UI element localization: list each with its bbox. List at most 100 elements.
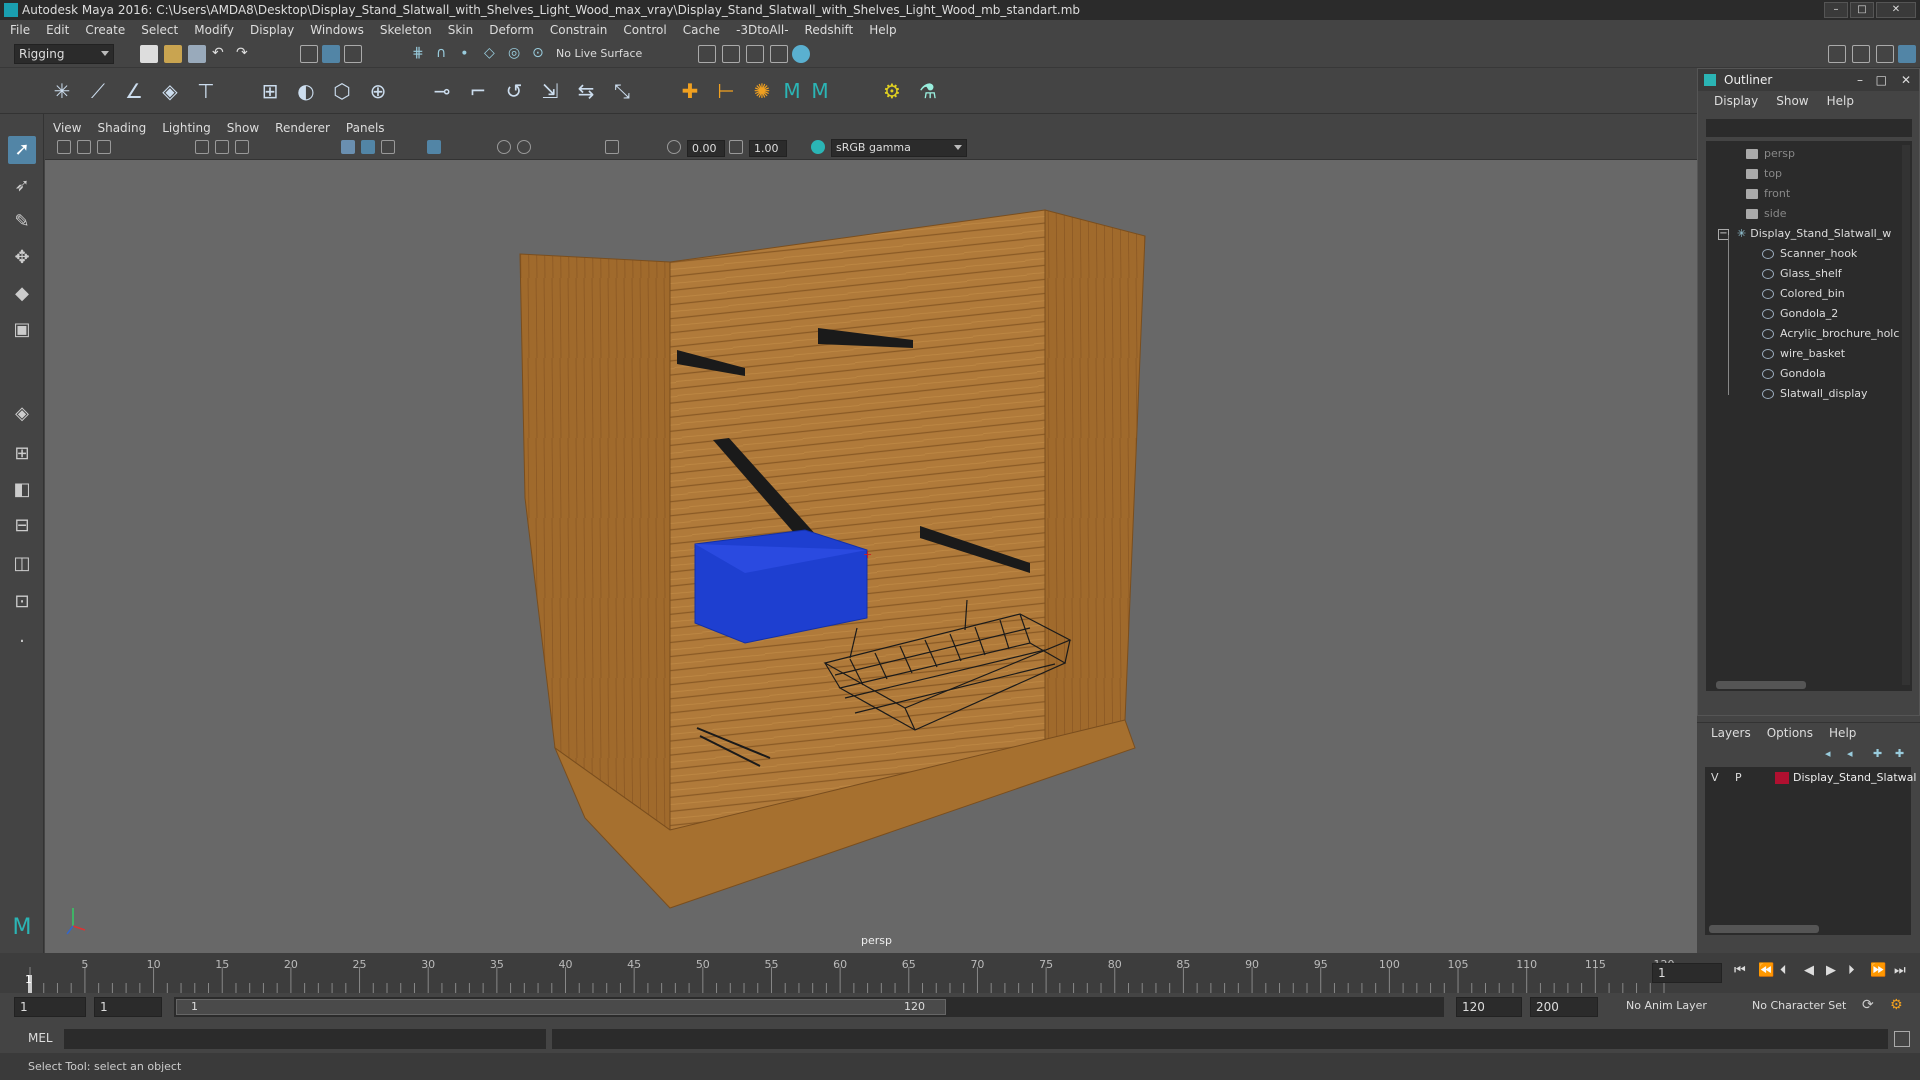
- hypershade-layout-icon[interactable]: ◫: [8, 550, 36, 578]
- toggle-layer-editor-icon[interactable]: [1898, 45, 1916, 63]
- vp-menu-shading[interactable]: Shading: [97, 121, 146, 135]
- hypershade-icon[interactable]: [792, 45, 810, 63]
- layers-menu-options[interactable]: Options: [1767, 726, 1813, 740]
- menu-help[interactable]: Help: [869, 23, 896, 37]
- layers-menu-layers[interactable]: Layers: [1711, 726, 1751, 740]
- snap-grid-icon[interactable]: ⋕: [412, 45, 430, 63]
- move-layer-up-icon[interactable]: ◂: [1825, 747, 1831, 760]
- toggle-channel-box-icon[interactable]: [1876, 45, 1894, 63]
- outliner-hscrollbar[interactable]: [1716, 681, 1806, 689]
- aim-constraint-icon[interactable]: ⌐: [464, 77, 492, 105]
- animation-start-field[interactable]: 1: [14, 997, 86, 1017]
- snap-curve-icon[interactable]: ∩: [436, 45, 454, 63]
- outliner-menu-show[interactable]: Show: [1776, 94, 1808, 108]
- maya-m-icon-2[interactable]: M: [806, 77, 834, 105]
- wireframe-icon[interactable]: [341, 140, 355, 154]
- exposure-field[interactable]: 0.00: [687, 140, 725, 157]
- outliner-item-root[interactable]: − ✳ Display_Stand_Slatwall_w: [1718, 225, 1910, 243]
- script-icon-2[interactable]: ⚗: [914, 77, 942, 105]
- render-settings-icon[interactable]: [698, 45, 716, 63]
- undo-icon[interactable]: ↶: [212, 45, 230, 63]
- move-tool-icon[interactable]: ✥: [8, 244, 36, 272]
- vp-menu-show[interactable]: Show: [227, 121, 259, 135]
- persp-graph-layout-icon[interactable]: ⊟: [8, 512, 36, 540]
- render-view-icon[interactable]: [722, 45, 740, 63]
- scale-constraint-icon[interactable]: ⇲: [536, 77, 564, 105]
- minimize-button[interactable]: –: [1824, 2, 1848, 18]
- smooth-shade-icon[interactable]: [361, 140, 375, 154]
- time-slider[interactable]: 1510152025303540455055606570758085909510…: [0, 953, 1920, 993]
- gamma-field[interactable]: 1.00: [749, 140, 787, 157]
- save-scene-icon[interactable]: [188, 45, 206, 63]
- outliner-search-input[interactable]: [1706, 119, 1912, 137]
- toggle-attribute-editor-icon[interactable]: [1828, 45, 1846, 63]
- ik-spline-icon[interactable]: ∠: [120, 77, 148, 105]
- close-button[interactable]: ✕: [1876, 2, 1916, 18]
- outliner-item-glass-shelf[interactable]: Glass_shelf: [1762, 265, 1842, 283]
- menu-display[interactable]: Display: [250, 23, 294, 37]
- blend-shape-icon[interactable]: ⬡: [328, 77, 356, 105]
- xray-icon[interactable]: [427, 140, 441, 154]
- anim-preferences-icon[interactable]: ⚙: [1890, 997, 1903, 1013]
- menu-3dtoall[interactable]: -3DtoAll-: [736, 23, 788, 37]
- go-to-end-icon[interactable]: ⏭: [1894, 963, 1906, 978]
- open-scene-icon[interactable]: [164, 45, 182, 63]
- snap-point-icon[interactable]: ∙: [460, 45, 478, 63]
- ambient-occlusion-icon[interactable]: [517, 140, 531, 154]
- slatwall-face[interactable]: [669, 209, 1046, 831]
- outliner-item-slatwall-display[interactable]: Slatwall_display: [1762, 385, 1868, 403]
- custom-layout-icon[interactable]: ·: [8, 628, 36, 656]
- play-forward-icon[interactable]: ▶: [1826, 963, 1836, 978]
- render-frame-icon[interactable]: [746, 45, 764, 63]
- command-input[interactable]: [64, 1029, 546, 1049]
- gamma-icon[interactable]: [729, 140, 743, 154]
- play-backward-icon[interactable]: ◀: [1804, 963, 1814, 978]
- script-icon-1[interactable]: ⚙: [878, 77, 906, 105]
- layer-playback-toggle[interactable]: P: [1735, 769, 1742, 787]
- outliner-item-gondola-2[interactable]: Gondola_2: [1762, 305, 1838, 323]
- move-layer-down-icon[interactable]: ◂: [1847, 747, 1853, 760]
- select-tool-icon[interactable]: ➚: [8, 136, 36, 164]
- menu-constrain[interactable]: Constrain: [550, 23, 608, 37]
- snap-surface-icon[interactable]: ◎: [508, 45, 526, 63]
- orient-constraint-icon[interactable]: ↺: [500, 77, 528, 105]
- four-view-layout-icon[interactable]: ⊞: [8, 440, 36, 468]
- animation-end-field[interactable]: 200: [1530, 997, 1598, 1017]
- vp-menu-renderer[interactable]: Renderer: [275, 121, 330, 135]
- new-layer-icon[interactable]: ✚: [1873, 747, 1882, 760]
- anim-layer-dropdown[interactable]: No Anim Layer: [1626, 999, 1707, 1012]
- layers-menu-help[interactable]: Help: [1829, 726, 1856, 740]
- parent-constraint-icon[interactable]: ⇆: [572, 77, 600, 105]
- vp-menu-view[interactable]: View: [53, 121, 81, 135]
- outliner-menu-display[interactable]: Display: [1714, 94, 1758, 108]
- layer-name[interactable]: Display_Stand_Slatwal: [1793, 769, 1916, 787]
- outliner-item-front[interactable]: front: [1746, 185, 1790, 203]
- pole-vector-icon[interactable]: ⤡: [608, 77, 636, 105]
- menu-windows[interactable]: Windows: [310, 23, 364, 37]
- paint-select-tool-icon[interactable]: ✎: [8, 208, 36, 236]
- outliner-maximize-button[interactable]: □: [1876, 69, 1887, 91]
- step-forward-key-icon[interactable]: ⏩: [1870, 963, 1886, 978]
- grid-toggle-icon[interactable]: [195, 140, 209, 154]
- range-slider-track[interactable]: 1 120: [174, 997, 1444, 1017]
- bind-skin-icon[interactable]: ◈: [156, 77, 184, 105]
- outliner-item-acrylic-brochure[interactable]: Acrylic_brochure_holc: [1762, 325, 1912, 343]
- live-surface-label[interactable]: No Live Surface: [556, 47, 642, 60]
- outliner-item-gondola[interactable]: Gondola: [1762, 365, 1826, 383]
- command-language-label[interactable]: MEL: [28, 1031, 53, 1045]
- menu-select[interactable]: Select: [141, 23, 178, 37]
- layer-visibility-toggle[interactable]: V: [1711, 769, 1719, 787]
- menu-cache[interactable]: Cache: [683, 23, 720, 37]
- bookmark-icon[interactable]: [97, 140, 111, 154]
- joint-orient-icon[interactable]: ⊢: [712, 77, 740, 105]
- menu-deform[interactable]: Deform: [489, 23, 534, 37]
- outliner-item-top[interactable]: top: [1746, 165, 1782, 183]
- step-forward-frame-icon[interactable]: ⏵: [1848, 963, 1855, 978]
- rotate-tool-icon[interactable]: ◆: [8, 280, 36, 308]
- film-gate-icon[interactable]: [215, 140, 229, 154]
- resolution-gate-icon[interactable]: [235, 140, 249, 154]
- redo-icon[interactable]: ↷: [236, 45, 254, 63]
- select-camera-icon[interactable]: [57, 140, 71, 154]
- wrap-icon[interactable]: ⊕: [364, 77, 392, 105]
- menu-file[interactable]: File: [10, 23, 30, 37]
